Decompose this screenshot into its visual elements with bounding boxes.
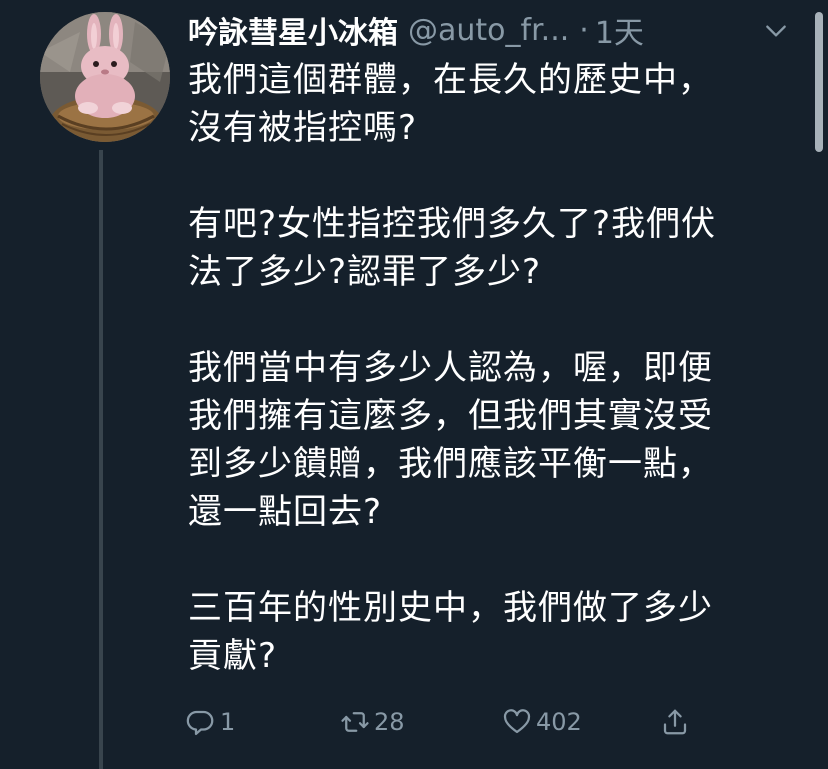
tweet-paragraph: 我們當中有多少人認為，喔，即便 我們擁有這麼多，但我們其實沒受 到多少饋贈，我們… xyxy=(188,344,798,536)
avatar[interactable] xyxy=(40,12,170,142)
tweet-line: 我們當中有多少人認為，喔，即便 xyxy=(188,348,713,388)
tweet-line: 有吧?女性指控我們多久了?我們伏 xyxy=(188,204,717,244)
thread-connector-line xyxy=(99,150,103,769)
plush-bunny-avatar-image xyxy=(40,12,170,142)
tweet-line: 沒有被指控嗎? xyxy=(188,108,418,148)
retweet-count: 28 xyxy=(374,708,405,736)
reply-count: 1 xyxy=(220,708,236,736)
separator-dot: · xyxy=(579,12,589,48)
user-handle[interactable]: @auto_fr... xyxy=(408,13,569,48)
tweet-actions: 1 28 402 xyxy=(186,700,706,744)
share-button[interactable] xyxy=(660,700,694,744)
reply-icon xyxy=(186,710,214,735)
share-icon xyxy=(663,709,687,735)
retweet-button[interactable]: 28 xyxy=(340,700,405,744)
tweet-header: 吟詠彗星小冰箱 @auto_fr... · 1天 xyxy=(188,8,788,52)
tweet-line: 我們這個群體，在長久的歷史中， xyxy=(188,60,713,100)
tweet-paragraph: 有吧?女性指控我們多久了?我們伏 法了多少?認罪了多少? xyxy=(188,200,798,296)
tweet-line: 到多少饋贈，我們應該平衡一點， xyxy=(188,444,713,484)
like-count: 402 xyxy=(536,708,582,736)
like-button[interactable]: 402 xyxy=(502,700,582,744)
tweet-line: 我們擁有這麼多，但我們其實沒受 xyxy=(188,396,713,436)
heart-icon xyxy=(503,709,531,734)
tweet-paragraph: 我們這個群體，在長久的歷史中， 沒有被指控嗎? xyxy=(188,56,798,152)
display-name[interactable]: 吟詠彗星小冰箱 xyxy=(188,8,398,52)
scrollbar-thumb[interactable] xyxy=(815,12,823,152)
chevron-down-icon[interactable] xyxy=(763,18,789,44)
tweet-line: 三百年的性別史中，我們做了多少 xyxy=(188,588,713,628)
retweet-icon xyxy=(341,712,369,732)
tweet-line: 還一點回去? xyxy=(188,492,383,532)
tweet-line: 貢獻? xyxy=(188,636,278,676)
timestamp[interactable]: 1天 xyxy=(595,8,644,52)
tweet-line: 法了多少?認罪了多少? xyxy=(188,252,542,292)
tweet-body: 我們這個群體，在長久的歷史中， 沒有被指控嗎? 有吧?女性指控我們多久了?我們伏… xyxy=(188,56,798,680)
reply-button[interactable]: 1 xyxy=(186,700,235,744)
tweet-paragraph: 三百年的性別史中，我們做了多少 貢獻? xyxy=(188,584,798,680)
